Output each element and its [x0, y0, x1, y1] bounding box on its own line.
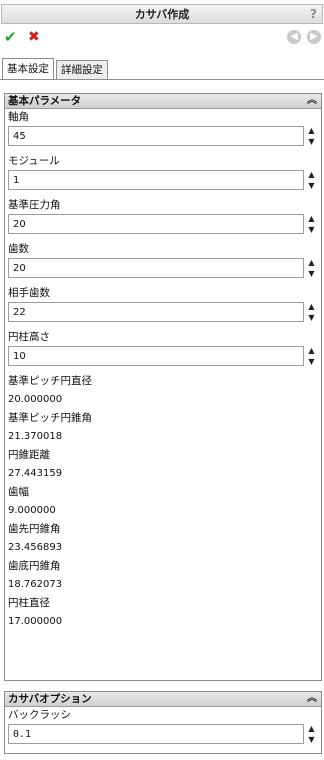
teeth-count-spinbox: ▲▼ [5, 258, 321, 280]
pitch-diameter-label: 基準ピッチ円直径 [8, 375, 92, 387]
ok-check-icon[interactable]: ✔ [4, 29, 17, 45]
spin-down-icon[interactable]: ▼ [308, 225, 314, 234]
root-cone-angle-label: 歯底円錐角 [8, 560, 61, 572]
spin-up-icon[interactable]: ▲ [308, 724, 314, 733]
backlash-label: バックラッシ [8, 709, 71, 721]
spin-down-icon[interactable]: ▼ [308, 313, 314, 322]
action-row: ✔ ✖ ◀ ▶ [0, 28, 324, 48]
tab-strip: 基本設定 詳細設定 [2, 58, 110, 79]
mating-teeth-input[interactable] [8, 302, 304, 322]
cone-distance-value: 27.443159 [8, 468, 63, 479]
spin-up-icon[interactable]: ▲ [308, 214, 314, 223]
face-width-label: 歯幅 [8, 486, 29, 498]
cylinder-height-input[interactable] [8, 346, 304, 366]
module-input[interactable] [8, 170, 304, 190]
back-arrow-icon[interactable]: ◀ [287, 30, 301, 44]
axis-angle-spinner[interactable]: ▲ ▼ [305, 126, 318, 146]
axis-angle-input[interactable] [8, 126, 304, 146]
spin-up-icon[interactable]: ▲ [308, 258, 314, 267]
spin-up-icon[interactable]: ▲ [308, 126, 314, 135]
backlash-input[interactable] [8, 724, 304, 744]
gear-options-title: カサバオプション [8, 693, 92, 705]
tip-cone-angle-value: 23.456893 [8, 542, 63, 553]
collapse-icon[interactable]: ︽ [307, 692, 317, 706]
cylinder-diameter-label: 円柱直径 [8, 597, 50, 609]
cone-distance-label: 円錐距離 [8, 449, 50, 461]
tab-basic-settings[interactable]: 基本設定 [2, 58, 54, 79]
forward-arrow-icon[interactable]: ▶ [307, 30, 321, 44]
backlash-spinbox: ▲▼ [5, 724, 321, 746]
spin-up-icon[interactable]: ▲ [308, 346, 314, 355]
cylinder-height-label: 円柱高さ [8, 331, 50, 343]
root-cone-angle-value: 18.762073 [8, 579, 63, 590]
mating-teeth-spinner[interactable]: ▲ ▼ [305, 302, 318, 322]
cancel-x-icon[interactable]: ✖ [28, 29, 40, 45]
pressure-angle-label: 基準圧力角 [8, 199, 61, 211]
spin-down-icon[interactable]: ▼ [308, 181, 314, 190]
teeth-count-input[interactable] [8, 258, 304, 278]
teeth-count-label: 歯数 [8, 243, 29, 255]
spin-down-icon[interactable]: ▼ [308, 357, 314, 366]
face-width-value: 9.000000 [8, 505, 56, 516]
gear-options-header[interactable]: カサバオプション ︽ [5, 692, 321, 707]
title-bar: カサバ作成 ? [1, 4, 323, 24]
teeth-count-spinner[interactable]: ▲ ▼ [305, 258, 318, 278]
pressure-angle-spinner[interactable]: ▲ ▼ [305, 214, 318, 234]
spin-up-icon[interactable]: ▲ [308, 302, 314, 311]
help-icon[interactable]: ? [310, 7, 317, 21]
pitch-diameter-value: 20.000000 [8, 394, 63, 405]
basic-params-header[interactable]: 基本パラメータ ︽ [5, 94, 321, 109]
module-spinner[interactable]: ▲ ▼ [305, 170, 318, 190]
pitch-cone-angle-label: 基準ピッチ円錐角 [8, 412, 92, 424]
module-spinbox: ▲▼ [5, 170, 321, 192]
property-manager-panel: カサバ作成 ? ✔ ✖ ◀ ▶ 基本設定 詳細設定 基本パラメータ ︽ 軸角 ▲… [0, 0, 324, 760]
pressure-angle-spinbox: ▲▼ [5, 214, 321, 236]
axis-angle-label: 軸角 [8, 111, 29, 123]
cylinder-height-spinner[interactable]: ▲ ▼ [305, 346, 318, 366]
mating-teeth-label: 相手歯数 [8, 287, 50, 299]
spin-down-icon[interactable]: ▼ [308, 269, 314, 278]
panel-title: カサバ作成 [134, 8, 190, 21]
spin-down-icon[interactable]: ▼ [308, 735, 314, 744]
pressure-angle-input[interactable] [8, 214, 304, 234]
gear-options-group: カサバオプション ︽ バックラッシ ▲▼ [4, 691, 322, 754]
backlash-spinner[interactable]: ▲ ▼ [305, 724, 318, 744]
axis-angle-spinbox: ▲▼ [5, 126, 321, 148]
tab-advanced-settings[interactable]: 詳細設定 [56, 60, 108, 79]
tab-divider [0, 79, 324, 80]
basic-params-group: 基本パラメータ ︽ 軸角 ▲▼ モジュール ▲▼ 基準圧力角 ▲▼ 歯数 ▲▼ … [4, 93, 322, 681]
cylinder-diameter-value: 17.000000 [8, 616, 63, 627]
pitch-cone-angle-value: 21.370018 [8, 431, 63, 442]
collapse-icon[interactable]: ︽ [307, 94, 317, 108]
module-label: モジュール [8, 155, 60, 167]
basic-params-title: 基本パラメータ [8, 95, 82, 107]
spin-down-icon[interactable]: ▼ [308, 137, 314, 146]
cylinder-height-spinbox: ▲▼ [5, 346, 321, 368]
spin-up-icon[interactable]: ▲ [308, 170, 314, 179]
mating-teeth-spinbox: ▲▼ [5, 302, 321, 324]
tip-cone-angle-label: 歯先円錐角 [8, 523, 61, 535]
